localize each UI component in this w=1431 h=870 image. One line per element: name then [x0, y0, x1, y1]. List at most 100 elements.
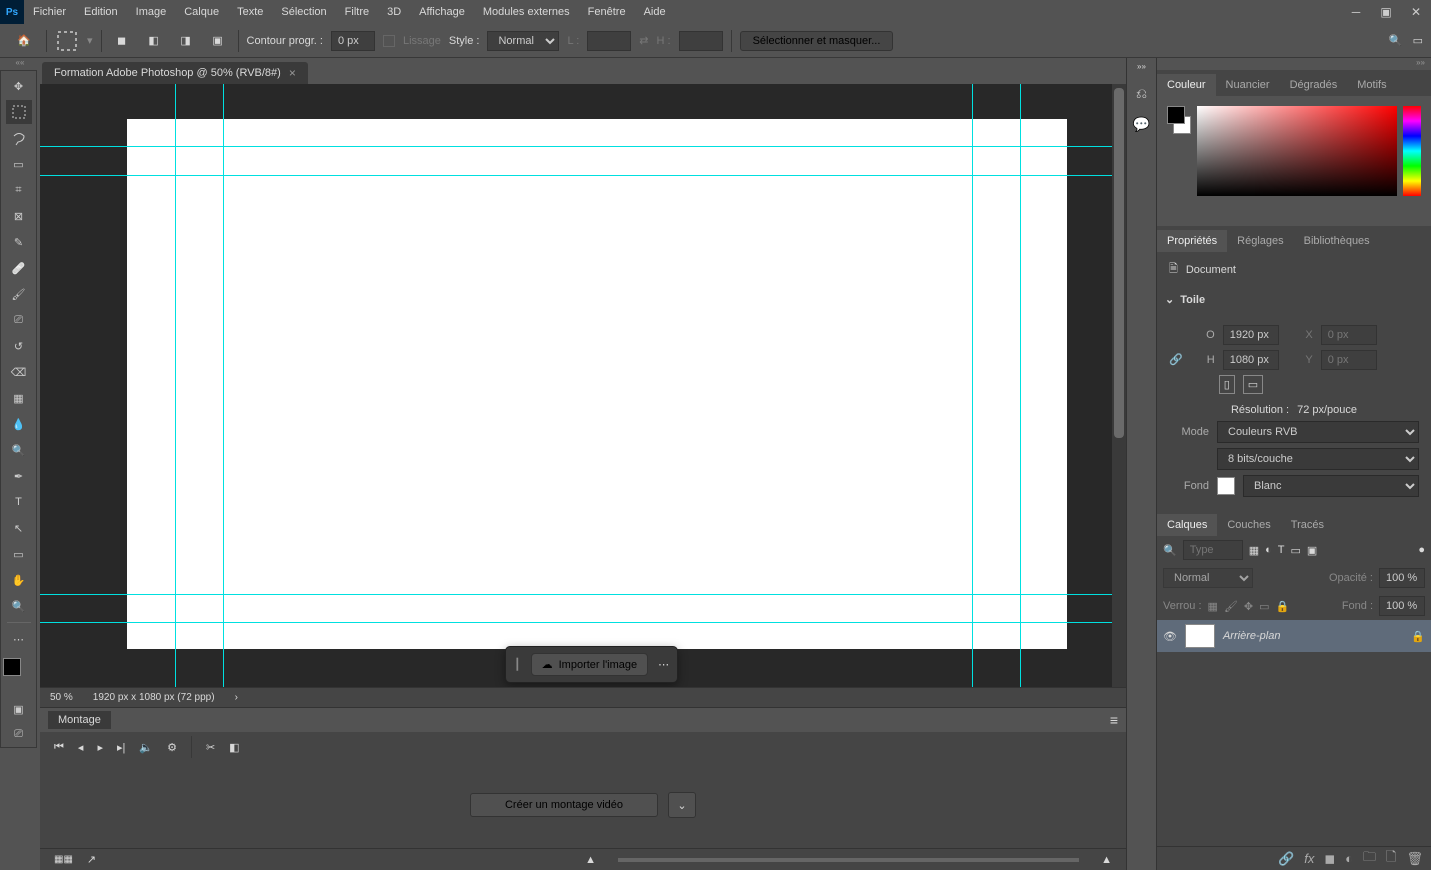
color-mode-select[interactable]: Couleurs RVB — [1217, 421, 1419, 443]
layer-lock-icon[interactable]: 🔒 — [1411, 630, 1425, 643]
color-swatches[interactable] — [3, 658, 35, 690]
layer-type-filter[interactable] — [1183, 540, 1243, 560]
selection-intersect-icon[interactable]: ▣ — [206, 29, 230, 53]
frames-icon[interactable]: ▦▦ — [54, 854, 73, 865]
play-icon[interactable]: ▸ — [97, 741, 103, 754]
hand-tool[interactable]: ✋ — [6, 568, 32, 592]
selection-new-icon[interactable]: ◼ — [110, 29, 134, 53]
filter-shape-icon[interactable]: ▭ — [1291, 544, 1301, 557]
color-swatch-pair[interactable] — [1167, 106, 1191, 134]
blend-mode-select[interactable]: Normal — [1163, 568, 1253, 588]
prev-frame-icon[interactable]: ◂ — [78, 741, 84, 754]
collapse-right-icon[interactable]: »» — [1157, 58, 1431, 70]
visibility-icon[interactable]: 👁 — [1163, 630, 1177, 643]
color-field[interactable] — [1197, 106, 1397, 196]
lock-transparent-icon[interactable]: ▦ — [1208, 600, 1218, 613]
workspace-icon[interactable]: ▭ — [1413, 34, 1423, 47]
guide-horizontal[interactable] — [40, 175, 1126, 176]
menu-filtre[interactable]: Filtre — [336, 0, 378, 24]
guide-horizontal[interactable] — [40, 146, 1126, 147]
hue-slider[interactable] — [1403, 106, 1421, 196]
path-select-tool[interactable]: ↖ — [6, 516, 32, 540]
zoom-tool[interactable]: 🔍 — [6, 594, 32, 618]
crop-tool[interactable]: ⌗ — [6, 178, 32, 202]
tab-degrades[interactable]: Dégradés — [1280, 74, 1348, 96]
filter-type-icon[interactable]: T — [1278, 544, 1285, 556]
settings-icon[interactable]: ⚙ — [167, 741, 177, 754]
bit-depth-select[interactable]: 8 bits/couche — [1217, 448, 1419, 470]
filter-smart-icon[interactable]: ▣ — [1307, 544, 1317, 557]
window-restore-icon[interactable]: ▣ — [1371, 0, 1401, 24]
type-tool[interactable]: T — [6, 490, 32, 514]
marquee-tool-icon[interactable] — [55, 29, 79, 53]
brush-tool[interactable]: 🖌 — [6, 282, 32, 306]
swap-wh-icon[interactable]: ⇄ — [639, 34, 648, 47]
tab-proprietes[interactable]: Propriétés — [1157, 230, 1227, 252]
quickmask-tool[interactable]: ▣ — [6, 697, 32, 721]
status-chevron-icon[interactable]: › — [235, 692, 238, 703]
zoom-in-icon[interactable]: ▲ — [1101, 854, 1112, 866]
healing-brush-tool[interactable]: 🩹 — [6, 256, 32, 280]
background-color-swatch[interactable] — [1217, 477, 1235, 495]
menu-3d[interactable]: 3D — [378, 0, 410, 24]
tab-traces[interactable]: Tracés — [1281, 514, 1334, 536]
window-minimize-icon[interactable]: ─ — [1341, 0, 1371, 24]
menu-edition[interactable]: Edition — [75, 0, 127, 24]
foreground-swatch[interactable] — [3, 658, 21, 676]
document-tab[interactable]: Formation Adobe Photoshop @ 50% (RVB/8#)… — [42, 62, 308, 84]
delete-layer-icon[interactable]: 🗑 — [1406, 851, 1423, 867]
menu-image[interactable]: Image — [127, 0, 176, 24]
adjustment-layer-icon[interactable]: ◐ — [1345, 851, 1353, 866]
menu-affichage[interactable]: Affichage — [410, 0, 474, 24]
add-mask-icon[interactable]: ◼ — [1324, 851, 1335, 867]
close-tab-icon[interactable]: × — [289, 66, 296, 80]
canvas-viewport[interactable]: ┃ ☁ Importer l'image ⋯ — [40, 84, 1126, 687]
fg-swatch[interactable] — [1167, 106, 1185, 124]
guide-horizontal[interactable] — [40, 622, 1126, 623]
scrollbar-thumb[interactable] — [1114, 88, 1124, 438]
select-and-mask-button[interactable]: Sélectionner et masquer... — [740, 31, 894, 51]
vertical-scrollbar[interactable] — [1112, 84, 1126, 687]
next-frame-icon[interactable]: ▸| — [117, 741, 125, 754]
new-layer-icon[interactable]: 🗋 — [1386, 848, 1396, 870]
window-close-icon[interactable]: ✕ — [1401, 0, 1431, 24]
fill-input[interactable] — [1379, 596, 1425, 616]
dodge-tool[interactable]: 🔍 — [6, 438, 32, 462]
lock-all-icon[interactable]: 🔒 — [1276, 600, 1290, 613]
filter-toggle-icon[interactable]: ● — [1418, 544, 1425, 556]
tab-calques[interactable]: Calques — [1157, 514, 1217, 536]
gradient-tool[interactable]: ▦ — [6, 386, 32, 410]
guide-horizontal[interactable] — [40, 594, 1126, 595]
create-video-timeline-button[interactable]: Créer un montage vidéo — [470, 793, 658, 817]
timeline-menu-icon[interactable]: ≡ — [1110, 712, 1118, 728]
orientation-landscape-icon[interactable]: ▭ — [1243, 375, 1263, 394]
audio-icon[interactable]: 🔈 — [139, 741, 153, 754]
more-icon[interactable]: ⋯ — [658, 658, 669, 671]
lock-artboard-icon[interactable]: ▭ — [1259, 600, 1269, 613]
shape-tool[interactable]: ▭ — [6, 542, 32, 566]
eraser-tool[interactable]: ⌫ — [6, 360, 32, 384]
tab-couches[interactable]: Couches — [1217, 514, 1280, 536]
transition-icon[interactable]: ◧ — [229, 741, 239, 754]
zoom-level[interactable]: 50 % — [50, 692, 73, 703]
feather-input[interactable] — [331, 31, 375, 51]
blur-tool[interactable]: 💧 — [6, 412, 32, 436]
collapse-left-icon[interactable]: «« — [0, 58, 40, 70]
layer-thumbnail[interactable] — [1185, 624, 1215, 648]
selection-subtract-icon[interactable]: ◨ — [174, 29, 198, 53]
frame-tool[interactable]: ⊠ — [6, 204, 32, 228]
chevron-down-icon[interactable]: ⌄ — [1165, 293, 1174, 306]
link-layers-icon[interactable]: 🔗 — [1278, 851, 1294, 867]
layer-fx-icon[interactable]: fx — [1304, 851, 1314, 866]
screenmode-tool[interactable]: ⎚ — [6, 722, 32, 746]
menu-texte[interactable]: Texte — [228, 0, 272, 24]
orientation-portrait-icon[interactable]: ▯ — [1219, 375, 1235, 394]
antialias-checkbox[interactable] — [383, 35, 395, 47]
menu-fenetre[interactable]: Fenêtre — [579, 0, 635, 24]
layer-row[interactable]: 👁 Arrière-plan 🔒 — [1157, 620, 1431, 652]
filter-pixel-icon[interactable]: ▦ — [1249, 544, 1259, 557]
menu-selection[interactable]: Sélection — [272, 0, 335, 24]
history-panel-icon[interactable]: ⎌ — [1136, 85, 1147, 102]
search-icon[interactable]: 🔍 — [1389, 34, 1403, 47]
move-tool[interactable]: ✥ — [6, 74, 32, 98]
